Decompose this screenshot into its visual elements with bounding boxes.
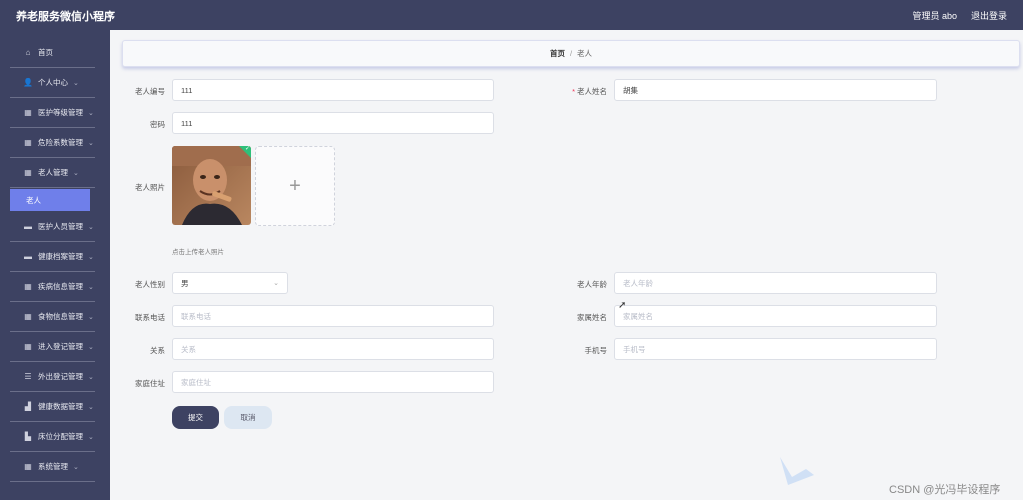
sidebar-item-label: 外出登记管理 — [38, 372, 83, 381]
sidebar-item-label: 个人中心 — [38, 78, 68, 87]
sidebar-item-food[interactable]: ▦ 食物信息管理 ⌄ — [10, 302, 95, 332]
photo-upload-button[interactable]: + — [255, 146, 335, 226]
breadcrumb: 首页 / 老人 — [122, 40, 1020, 67]
mobile-field[interactable]: 手机号 — [614, 338, 937, 360]
grid-icon: ▦ — [24, 342, 32, 351]
csdn-watermark: CSDN @光冯毕设程序 — [889, 484, 1001, 496]
sidebar-item-profile[interactable]: 👤 个人中心 ⌄ — [10, 68, 95, 98]
address-label: 家庭住址 — [135, 379, 165, 388]
app-title: 养老服务微信小程序 — [16, 11, 115, 23]
address-field[interactable]: 家庭住址 — [172, 371, 494, 393]
chevron-down-icon: ⌄ — [273, 280, 279, 287]
relation-field[interactable]: 关系 — [172, 338, 494, 360]
plus-icon: + — [289, 174, 301, 197]
family-name-field[interactable]: 家属姓名 — [614, 305, 937, 327]
elder-name-label: * 老人姓名 — [572, 87, 607, 96]
age-label: 老人年龄 — [577, 280, 607, 289]
chevron-down-icon: ⌄ — [88, 253, 94, 261]
sidebar-item-label: 医护等级管理 — [38, 108, 83, 117]
sidebar-item-label: 疾病信息管理 — [38, 282, 83, 291]
password-label: 密码 — [150, 120, 165, 129]
sidebar: ⌂ 首页 👤 个人中心 ⌄ ▦ 医护等级管理 ⌄ ▦ 危险系数管理 ⌄ ▦ 老人… — [0, 30, 110, 500]
grid-icon: ▦ — [24, 312, 32, 321]
grid-icon: ▦ — [24, 282, 32, 291]
logout-button[interactable]: 退出登录 — [971, 9, 1007, 22]
sidebar-subitem-elder[interactable]: 老人 — [10, 189, 90, 211]
chevron-down-icon: ⌄ — [88, 343, 94, 351]
sidebar-item-home[interactable]: ⌂ 首页 — [10, 38, 95, 68]
chevron-down-icon: ⌄ — [88, 403, 94, 411]
sidebar-item-risk[interactable]: ▦ 危险系数管理 ⌄ — [10, 128, 95, 158]
chevron-down-icon: ⌄ — [88, 109, 94, 117]
sidebar-item-outing[interactable]: ☰ 外出登记管理 ⌄ — [10, 362, 95, 392]
card-icon: ▬ — [24, 252, 32, 261]
chevron-down-icon: ⌄ — [88, 283, 94, 291]
gender-select[interactable]: 男 ⌄ — [172, 272, 288, 294]
sidebar-item-entry[interactable]: ▦ 进入登记管理 ⌄ — [10, 332, 95, 362]
family-name-label: 家属姓名 — [577, 313, 607, 322]
admin-user-label[interactable]: 管理员 abo — [912, 9, 957, 22]
list-icon: ☰ — [24, 372, 32, 381]
elder-no-field[interactable]: 111 — [172, 79, 494, 101]
grid-icon: ▦ — [24, 462, 32, 471]
chevron-down-icon: ⌄ — [73, 79, 79, 87]
watermark-logo-icon — [780, 457, 814, 485]
sidebar-item-staff[interactable]: ▬ 医护人员管理 ⌄ — [10, 212, 95, 242]
sidebar-item-care-level[interactable]: ▦ 医护等级管理 ⌄ — [10, 98, 95, 128]
elder-no-label: 老人编号 — [135, 87, 165, 96]
phone-field[interactable]: 联系电话 — [172, 305, 494, 327]
photo-label: 老人照片 — [135, 183, 165, 192]
relation-label: 关系 — [150, 346, 165, 355]
breadcrumb-current: 老人 — [577, 49, 593, 58]
check-icon: ✓ — [244, 146, 250, 152]
breadcrumb-separator: / — [569, 49, 573, 58]
sidebar-item-label: 系统管理 — [38, 462, 68, 471]
password-field[interactable]: 111 — [172, 112, 494, 134]
age-field[interactable]: 老人年龄 — [614, 272, 937, 294]
phone-label: 联系电话 — [135, 313, 165, 322]
sidebar-item-label: 危险系数管理 — [38, 138, 83, 147]
sidebar-item-disease[interactable]: ▦ 疾病信息管理 ⌄ — [10, 272, 95, 302]
sidebar-item-label: 老人管理 — [38, 168, 68, 177]
sidebar-item-label: 首页 — [38, 48, 53, 57]
card-icon: ▬ — [24, 222, 32, 231]
sidebar-item-health-records[interactable]: ▬ 健康档案管理 ⌄ — [10, 242, 95, 272]
gender-label: 老人性别 — [135, 280, 165, 289]
header-actions: 管理员 abo 退出登录 — [912, 9, 1007, 22]
bed-icon: ▙ — [24, 432, 32, 441]
chevron-down-icon: ⌄ — [73, 463, 79, 471]
gender-value: 男 — [181, 278, 189, 288]
upload-hint: 点击上传老人照片 — [172, 249, 224, 256]
sidebar-item-health-data[interactable]: ▟ 健康数据管理 ⌄ — [10, 392, 95, 422]
sidebar-item-label: 健康数据管理 — [38, 402, 83, 411]
sidebar-item-label: 医护人员管理 — [38, 222, 83, 231]
submit-button[interactable]: 提交 — [172, 406, 219, 429]
chevron-down-icon: ⌄ — [88, 373, 94, 381]
cancel-button[interactable]: 取消 — [224, 406, 272, 429]
sidebar-item-beds[interactable]: ▙ 床位分配管理 ⌄ — [10, 422, 95, 452]
chevron-down-icon: ⌄ — [73, 169, 79, 177]
top-header: 养老服务微信小程序 管理员 abo 退出登录 — [0, 0, 1023, 30]
grid-icon: ▦ — [24, 138, 32, 147]
mouse-cursor-icon: ➚ — [618, 300, 627, 311]
sidebar-item-label: 健康档案管理 — [38, 252, 83, 261]
bank-icon: ▟ — [24, 402, 32, 411]
chevron-down-icon: ⌄ — [88, 313, 94, 321]
sidebar-item-system[interactable]: ▦ 系统管理 ⌄ — [10, 452, 95, 482]
elder-photo-thumbnail[interactable]: ✓ — [172, 146, 251, 225]
chevron-down-icon: ⌄ — [88, 433, 94, 441]
grid-icon: ▦ — [24, 168, 32, 177]
chevron-down-icon: ⌄ — [88, 223, 94, 231]
elder-name-field[interactable]: 胡集 — [614, 79, 937, 101]
sidebar-item-elders[interactable]: ▦ 老人管理 ⌄ — [10, 158, 95, 188]
sidebar-item-label: 食物信息管理 — [38, 312, 83, 321]
grid-icon: ▦ — [24, 108, 32, 117]
user-icon: 👤 — [23, 78, 33, 87]
chevron-down-icon: ⌄ — [88, 139, 94, 147]
sidebar-item-label: 进入登记管理 — [38, 342, 83, 351]
home-icon: ⌂ — [25, 48, 31, 57]
mobile-label: 手机号 — [584, 346, 608, 355]
sidebar-item-label: 床位分配管理 — [38, 432, 83, 441]
breadcrumb-home[interactable]: 首页 — [550, 48, 565, 59]
